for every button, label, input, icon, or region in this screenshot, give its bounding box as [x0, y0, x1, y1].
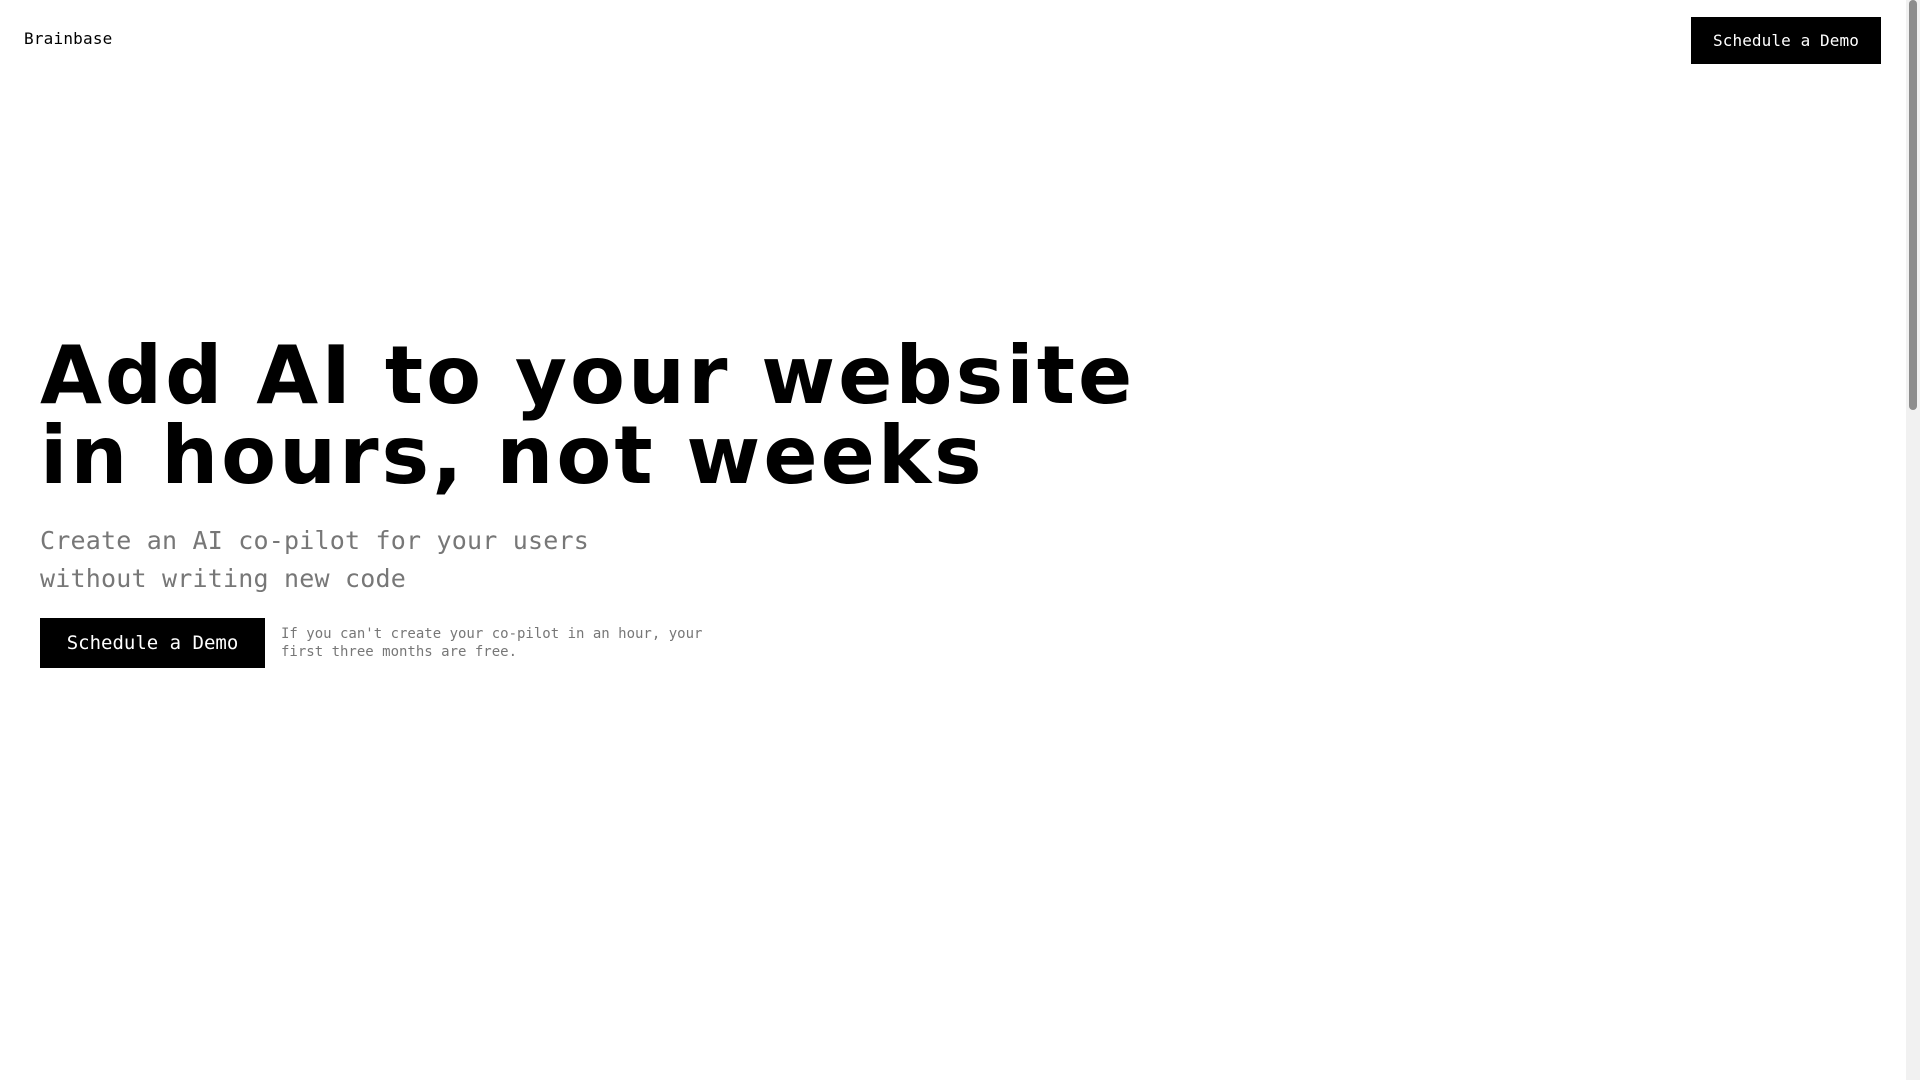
hero-subheadline: Create an AI co-pilot for your users wit…: [40, 526, 590, 593]
hero-schedule-demo-button[interactable]: Schedule a Demo: [40, 618, 265, 668]
scrollbar-thumb[interactable]: [1909, 0, 1917, 410]
brand-wordmark[interactable]: Brainbase: [24, 29, 113, 49]
hero-cta-row: Schedule a Demo If you can't create your…: [40, 618, 1240, 668]
landing-page: Brainbase Schedule a Demo Add AI to your…: [0, 0, 1920, 1080]
vertical-scrollbar[interactable]: [1906, 0, 1920, 1080]
free-trial-guarantee-note: If you can't create your co-pilot in an …: [281, 626, 703, 660]
hero-section: Add AI to your website in hours, not wee…: [40, 336, 1240, 668]
header-schedule-demo-button[interactable]: Schedule a Demo: [1691, 17, 1881, 64]
hero-headline: Add AI to your website in hours, not wee…: [40, 329, 1136, 502]
top-navigation: Brainbase Schedule a Demo: [0, 0, 1906, 80]
